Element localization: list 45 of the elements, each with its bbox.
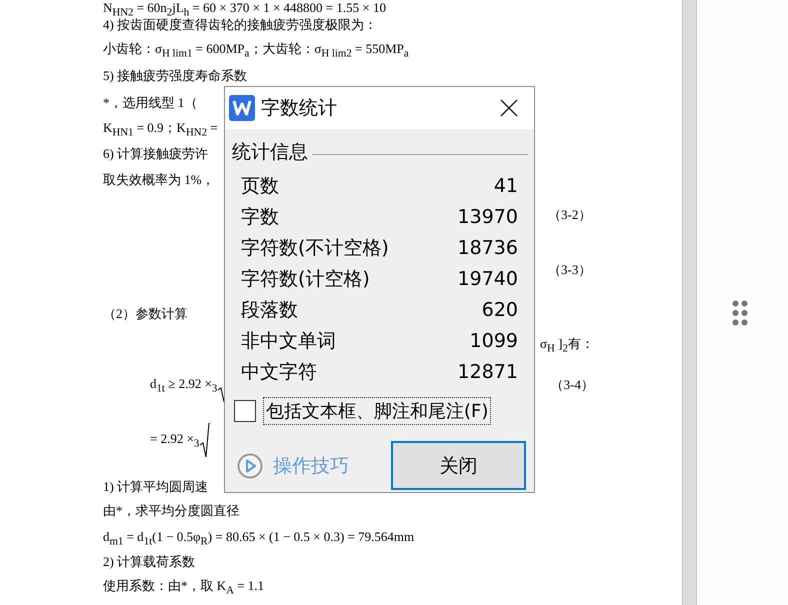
close-button[interactable]: 关闭 (391, 441, 526, 490)
stat-label: 页数 (241, 174, 279, 198)
document-text: 取失效概率为 1%， (103, 171, 215, 189)
document-text: 小齿轮：σ$_{H lim1}$ = 600MP$_{a}$；大齿轮：σ$_{H lim2}$ = 550MP$_{a}$ (103, 40, 409, 60)
equation-number: （3-2） (548, 206, 592, 224)
equation-number: （3-3） (548, 261, 592, 279)
stat-label: 段落数 (241, 298, 298, 322)
document-text: *，选用线型 1（ (103, 94, 198, 112)
close-icon[interactable] (498, 97, 520, 119)
stat-value: 41 (494, 174, 518, 196)
stat-value: 19740 (458, 268, 518, 290)
formula: N$_{HN2}$ = 60n$_{2}$jL$_{h}$ = 60 × 370 × 1 × 448800 = 1.55 × 10 (103, 0, 386, 18)
formula-fragment: σ$_{H}$ ]$_{2}$有： (540, 335, 594, 355)
formula: d$_{m1}$ = d$_{1t}$(1 − 0.5φ$_{R}$) = 80.65 × (1 − 0.5 × 0.3) = 79.564mm (103, 528, 414, 548)
equation-number: （3-4） (550, 376, 594, 394)
stat-label: 中文字符 (241, 360, 317, 384)
stat-label: 非中文单词 (241, 328, 336, 354)
document-text: （2）参数计算 (103, 305, 188, 323)
group-title: 统计信息 (232, 140, 308, 165)
stat-value: 620 (482, 298, 518, 320)
document-text: 1) 计算平均圆周速 (103, 478, 208, 496)
stat-value: 12871 (458, 360, 518, 382)
checkbox[interactable] (234, 400, 256, 422)
formula: K$_{HN1}$ = 0.9；K$_{HN2}$ = (103, 119, 218, 139)
play-icon (237, 452, 263, 478)
drag-handle-icon[interactable] (732, 300, 748, 326)
checkbox-label[interactable]: 包括文本框、脚注和尾注(F) (263, 397, 492, 425)
document-text: 由*，求平均分度圆直径 (103, 502, 240, 520)
stat-value: 18736 (458, 236, 518, 258)
stat-label: 字符数(不计空格) (241, 236, 389, 260)
formula: d$_{1t}$ ≥ 2.92 ×$_{3}$ (150, 376, 218, 394)
document-text: 2) 计算载荷系数 (103, 553, 196, 571)
scrollbar[interactable] (682, 0, 697, 605)
document-text: 5) 接触疲劳强度寿命系数 (103, 67, 248, 85)
stat-label: 字数 (241, 204, 279, 230)
app-logo-icon (229, 95, 255, 121)
document-text: 使用系数：由*，取 K$_{A}$ = 1.1 (103, 577, 264, 597)
stat-label: 字符数(计空格) (241, 266, 370, 292)
formula: = 2.92 ×$_{3}$ (150, 430, 200, 450)
document-text: 6) 计算接触疲劳许 (103, 145, 208, 163)
stat-value: 13970 (458, 206, 518, 228)
dialog-title: 字数统计 (261, 96, 338, 121)
document-text: 4) 按齿面硬度查得齿轮的接触疲劳强度极限为： (103, 16, 378, 34)
stat-value: 1099 (470, 330, 518, 352)
radical-icon (200, 423, 210, 457)
